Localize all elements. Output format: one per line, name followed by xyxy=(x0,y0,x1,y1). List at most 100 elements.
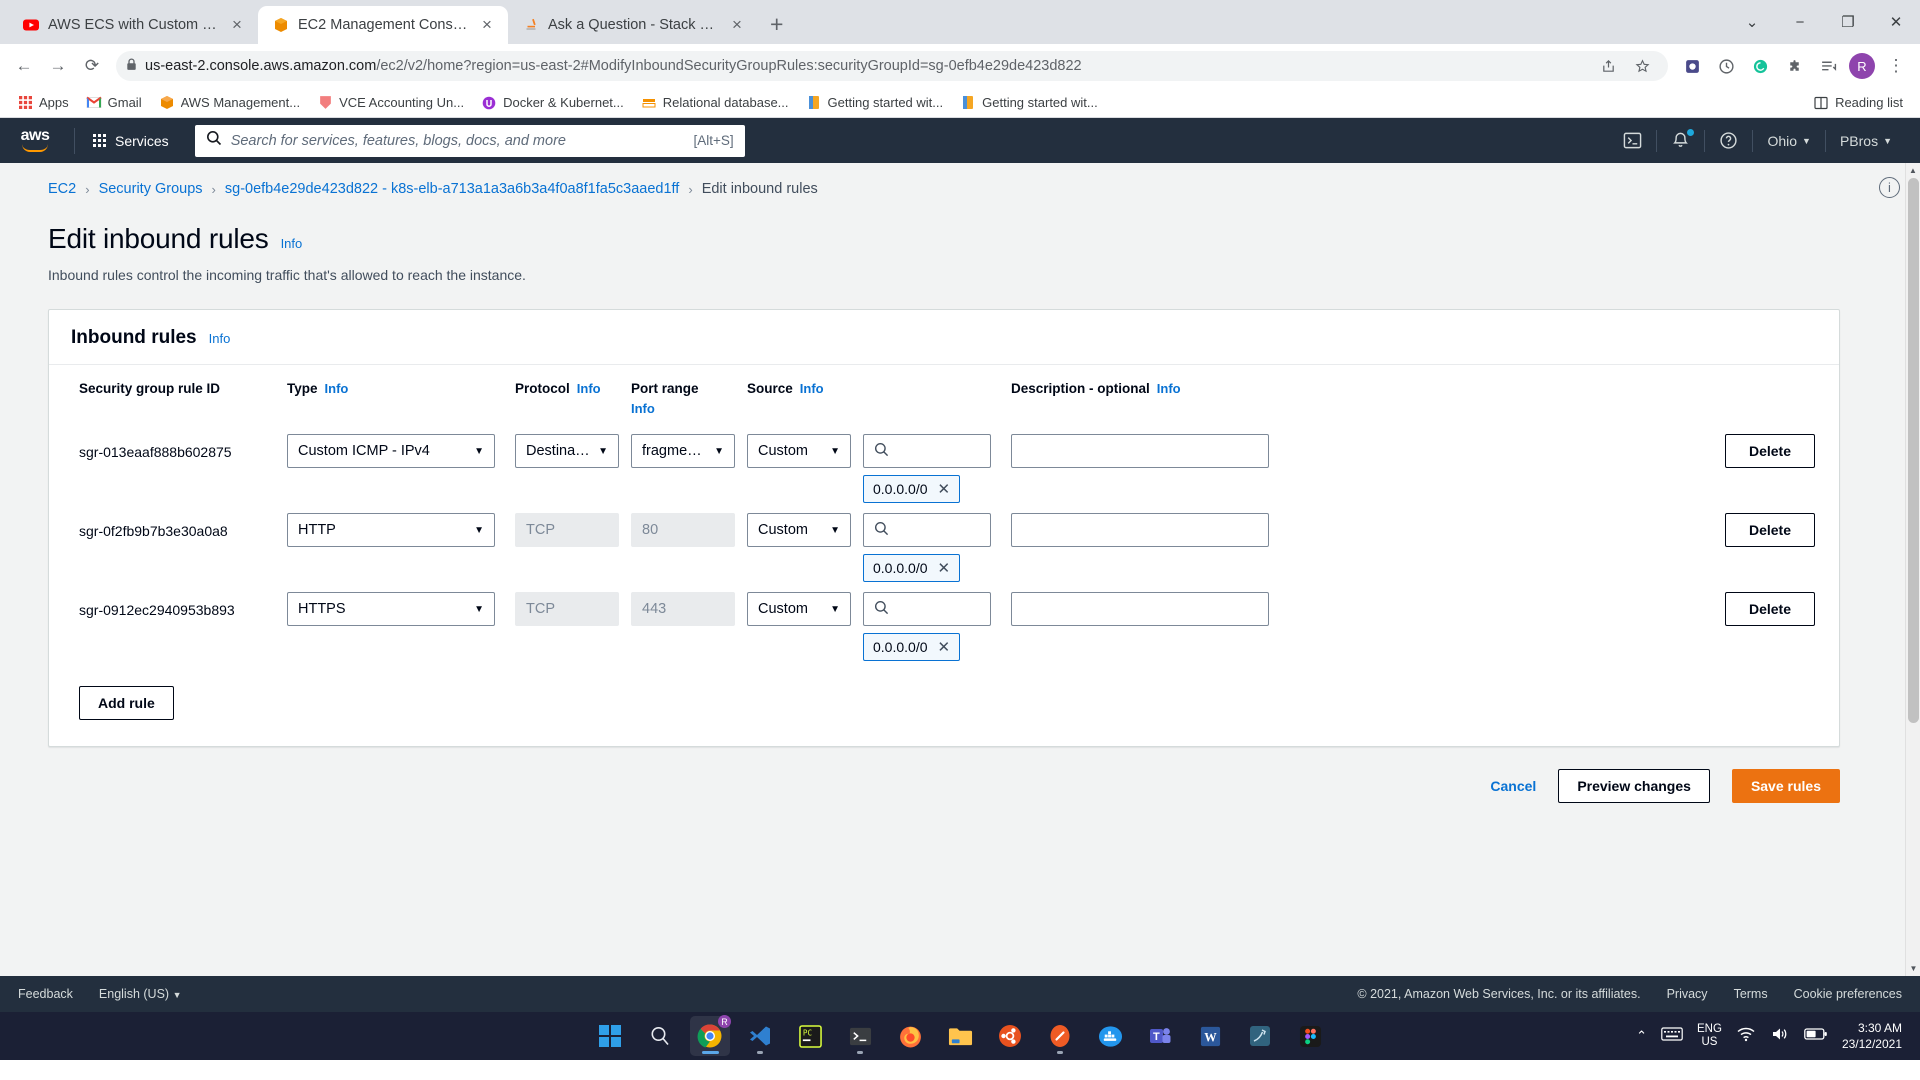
privacy-link[interactable]: Privacy xyxy=(1667,987,1708,1001)
cidr-search-input[interactable] xyxy=(863,592,991,626)
description-input[interactable] xyxy=(1011,513,1269,547)
browser-tab-3[interactable]: Ask a Question - Stack Overflow × xyxy=(508,6,758,44)
preview-changes-button[interactable]: Preview changes xyxy=(1558,769,1710,803)
cidr-chip[interactable]: 0.0.0.0/0 ✕ xyxy=(863,554,961,582)
bookmark-getting-started-2[interactable]: Getting started wit... xyxy=(953,92,1105,114)
extensions-icon[interactable] xyxy=(1778,50,1810,82)
taskbar-mysql-workbench[interactable] xyxy=(1240,1016,1280,1056)
taskbar-terminal[interactable] xyxy=(840,1016,880,1056)
breadcrumb-item-security-group-id[interactable]: sg-0efb4e29de423d822 - k8s-elb-a713a1a3a… xyxy=(225,181,679,197)
taskbar-teams[interactable]: T xyxy=(1140,1016,1180,1056)
info-panel-toggle-icon[interactable]: i xyxy=(1879,177,1900,198)
delete-rule-button[interactable]: Delete xyxy=(1725,513,1815,547)
help-icon[interactable] xyxy=(1705,131,1752,150)
taskbar-figma[interactable] xyxy=(1290,1016,1330,1056)
page-info-link[interactable]: Info xyxy=(281,236,303,251)
close-icon[interactable]: ✕ xyxy=(938,482,951,497)
scrollbar-thumb[interactable] xyxy=(1908,178,1919,723)
bookmark-docker-kubernetes[interactable]: Docker & Kubernet... xyxy=(474,92,631,114)
source-select[interactable]: Custom ▼ xyxy=(747,513,851,547)
reading-list-icon[interactable] xyxy=(1812,50,1844,82)
cidr-chip[interactable]: 0.0.0.0/0 ✕ xyxy=(863,633,961,661)
forward-icon[interactable]: → xyxy=(42,50,74,82)
new-tab-button[interactable]: + xyxy=(758,11,795,44)
region-selector[interactable]: Ohio ▼ xyxy=(1753,133,1825,149)
search-input[interactable] xyxy=(230,132,685,149)
bookmark-getting-started-1[interactable]: Getting started wit... xyxy=(799,92,951,114)
notifications-bell-icon[interactable] xyxy=(1657,129,1704,150)
language-indicator[interactable]: ENG US xyxy=(1697,1023,1722,1049)
close-icon[interactable]: × xyxy=(228,15,246,35)
reading-list-button[interactable]: Reading list xyxy=(1806,92,1910,114)
type-select[interactable]: Custom ICMP - IPv4 ▼ xyxy=(287,434,495,468)
battery-icon[interactable] xyxy=(1804,1027,1828,1046)
extension-puzzle-icon[interactable] xyxy=(1676,50,1708,82)
scroll-down-arrow[interactable]: ▼ xyxy=(1906,961,1920,976)
taskbar-file-explorer[interactable] xyxy=(940,1016,980,1056)
timer-icon[interactable] xyxy=(1710,50,1742,82)
taskbar-firefox[interactable] xyxy=(890,1016,930,1056)
start-button[interactable] xyxy=(590,1016,630,1056)
cidr-search-input[interactable] xyxy=(863,434,991,468)
type-info-link[interactable]: Info xyxy=(325,379,349,399)
terms-link[interactable]: Terms xyxy=(1734,987,1768,1001)
close-icon[interactable]: ✕ xyxy=(938,561,951,576)
keyboard-icon[interactable] xyxy=(1661,1026,1683,1047)
delete-rule-button[interactable]: Delete xyxy=(1725,592,1815,626)
panel-info-link[interactable]: Info xyxy=(209,331,231,346)
close-icon[interactable]: × xyxy=(478,15,496,35)
minimize-button[interactable]: − xyxy=(1776,0,1824,44)
close-icon[interactable]: ✕ xyxy=(938,640,951,655)
maximize-button[interactable]: ❐ xyxy=(1824,0,1872,44)
profile-avatar[interactable]: R xyxy=(1849,53,1875,79)
feedback-link[interactable]: Feedback xyxy=(18,987,73,1001)
source-select[interactable]: Custom ▼ xyxy=(747,592,851,626)
taskbar-word[interactable]: W xyxy=(1190,1016,1230,1056)
breadcrumb-item-ec2[interactable]: EC2 xyxy=(48,181,76,197)
taskbar-docker[interactable] xyxy=(1090,1016,1130,1056)
add-rule-button[interactable]: Add rule xyxy=(79,686,174,720)
close-icon[interactable]: × xyxy=(728,15,746,35)
scroll-up-arrow[interactable]: ▲ xyxy=(1906,163,1920,178)
cloudshell-icon[interactable] xyxy=(1609,131,1656,150)
protocol-info-link[interactable]: Info xyxy=(577,379,601,399)
source-select[interactable]: Custom ▼ xyxy=(747,434,851,468)
taskbar-vscode[interactable] xyxy=(740,1016,780,1056)
source-info-link[interactable]: Info xyxy=(800,379,824,399)
wifi-icon[interactable] xyxy=(1736,1026,1756,1047)
description-info-link[interactable]: Info xyxy=(1157,379,1181,399)
bookmark-apps[interactable]: Apps xyxy=(10,92,76,114)
port-range-info-link[interactable]: Info xyxy=(631,401,655,416)
reload-icon[interactable]: ⟳ xyxy=(76,50,108,82)
language-selector[interactable]: English (US) ▼ xyxy=(99,987,182,1001)
chrome-menu-icon[interactable]: ⋮ xyxy=(1880,50,1912,82)
back-icon[interactable]: ← xyxy=(8,50,40,82)
protocol-select[interactable]: Destina… ▼ xyxy=(515,434,619,468)
grammarly-icon[interactable] xyxy=(1744,50,1776,82)
bookmark-vce-accounting[interactable]: VCE Accounting Un... xyxy=(310,92,471,114)
volume-icon[interactable] xyxy=(1770,1026,1790,1047)
bookmark-star-icon[interactable] xyxy=(1626,50,1658,82)
clock[interactable]: 3:30 AM 23/12/2021 xyxy=(1842,1020,1902,1052)
aws-search-box[interactable]: [Alt+S] xyxy=(194,124,745,157)
type-select[interactable]: HTTP ▼ xyxy=(287,513,495,547)
breadcrumb-item-security-groups[interactable]: Security Groups xyxy=(99,181,203,197)
taskbar-chrome[interactable]: R xyxy=(690,1015,731,1056)
window-close-button[interactable]: ✕ xyxy=(1872,0,1920,44)
browser-tab-1[interactable]: AWS ECS with Custom Domain - × xyxy=(8,6,258,44)
account-menu[interactable]: PBros ▼ xyxy=(1826,133,1906,149)
description-input[interactable] xyxy=(1011,434,1269,468)
save-rules-button[interactable]: Save rules xyxy=(1731,769,1840,803)
taskbar-pycharm[interactable]: PC xyxy=(790,1016,830,1056)
cookie-preferences-link[interactable]: Cookie preferences xyxy=(1794,987,1902,1001)
share-icon[interactable] xyxy=(1592,50,1624,82)
search-button[interactable] xyxy=(640,1016,680,1056)
tray-expand-icon[interactable]: ⌃ xyxy=(1636,1028,1647,1044)
taskbar-postman[interactable] xyxy=(1040,1016,1080,1056)
page-scrollbar[interactable]: ▲ ▼ xyxy=(1905,163,1920,976)
cancel-button[interactable]: Cancel xyxy=(1490,778,1536,794)
address-bar[interactable]: us-east-2.console.aws.amazon.com/ec2/v2/… xyxy=(116,51,1668,81)
aws-logo[interactable]: aws xyxy=(14,128,56,152)
cidr-search-input[interactable] xyxy=(863,513,991,547)
taskbar-ubuntu[interactable] xyxy=(990,1016,1030,1056)
